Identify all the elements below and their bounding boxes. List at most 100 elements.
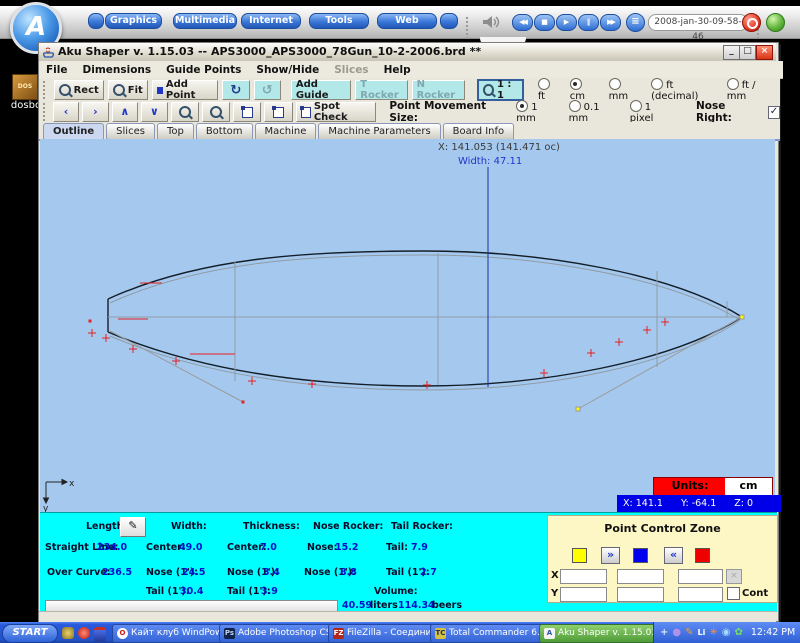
fit-zoom-button[interactable]: Fit [108, 80, 148, 100]
spot-check-button[interactable]: Spot Check [296, 102, 377, 122]
launcher-menu-web[interactable]: Web [377, 13, 437, 29]
window-titlebar[interactable]: Aku Shaper v. 1.15.03 -- APS3000_APS3000… [39, 43, 776, 62]
menu-dimensions[interactable]: Dimensions [83, 64, 152, 76]
media-back-button[interactable]: ◀◀ [512, 14, 533, 31]
board-outline-path[interactable] [108, 251, 742, 386]
tray-icon-3[interactable]: ✎ [685, 622, 693, 643]
nudge-right-button[interactable]: › [82, 102, 108, 122]
tangent-guide-line[interactable] [110, 331, 243, 402]
task-button-windpower[interactable]: O Кайт клуб WindPower Cl... [112, 624, 226, 643]
unit-radio-ft-mm[interactable]: ft / mm [727, 78, 780, 102]
blue-point-swatch[interactable] [633, 548, 648, 563]
width-header: Width: [171, 521, 207, 532]
launcher-menu-multimedia[interactable]: Multimedia [173, 13, 237, 29]
one-to-one-zoom-button[interactable]: 1 : 1 [477, 79, 524, 101]
minimize-button[interactable]: _ [723, 45, 740, 60]
nose-rocker-value: 15.2 [335, 542, 358, 553]
task-button-filezilla[interactable]: FZ FileZilla - Соединились с... [328, 624, 437, 643]
point-movement-size-label: Point Movement Size: [389, 100, 507, 124]
check-frame-button-1[interactable] [233, 102, 261, 122]
task-button-total-commander[interactable]: TC Total Commander 6.54a ... [430, 624, 546, 643]
unit-radio-ft-decimal[interactable]: ft (decimal) [651, 78, 723, 102]
pcz-x-field-3[interactable] [678, 569, 723, 584]
red-point-swatch[interactable] [695, 548, 710, 563]
close-button[interactable]: × [756, 45, 773, 60]
rect-zoom-button[interactable]: Rect [54, 80, 104, 100]
unit-radio-mm[interactable]: mm [609, 78, 648, 102]
tray-icon-6[interactable]: ◉ [722, 622, 731, 643]
selected-endpoint[interactable] [740, 315, 744, 319]
zoom-out-button[interactable] [202, 102, 230, 122]
pcz-y-field-2[interactable] [617, 587, 664, 602]
task-button-photoshop[interactable]: Ps Adobe Photoshop CS3 E... [219, 624, 335, 643]
tray-icon-2[interactable]: ● [672, 622, 681, 643]
point-control-zone: Point Control Zone » « X × Y Cont [547, 515, 778, 603]
media-menu-button[interactable]: ≡ [626, 13, 645, 32]
pcz-x-field-1[interactable] [560, 569, 607, 584]
menu-slices: Slices [334, 64, 368, 76]
pcz-y-field-1[interactable] [560, 587, 607, 602]
tray-icon-1[interactable]: + [660, 622, 668, 643]
edit-dimensions-button[interactable]: ✎ [120, 517, 146, 537]
launcher-cap-right[interactable] [440, 13, 458, 29]
size-radio-1mm[interactable]: 1 mm [516, 100, 565, 124]
selected-endpoint[interactable] [576, 407, 580, 411]
tray-icon-7[interactable]: ✿ [734, 622, 742, 643]
tab-board-info[interactable]: Board Info [443, 123, 515, 139]
yellow-point-swatch[interactable] [572, 548, 587, 563]
task-button-aku-shaper[interactable]: A Aku Shaper v. 1.15.03 -- [539, 624, 659, 643]
media-forward-button[interactable]: ▶▶ [600, 14, 621, 31]
add-point-button[interactable]: Add Point [152, 80, 218, 100]
menu-help[interactable]: Help [384, 64, 411, 76]
launcher-menu-tools[interactable]: Tools [309, 13, 369, 29]
rotate-left-button[interactable]: ↻ [222, 80, 249, 100]
menu-guide-points[interactable]: Guide Points [166, 64, 241, 76]
volume-icon[interactable] [482, 15, 500, 29]
outline-design-canvas[interactable]: x y X: 141.053 (141.471 oc) Width: 47.11… [40, 139, 775, 512]
unit-radio-ft[interactable]: ft [538, 78, 566, 102]
handle-endpoint[interactable] [242, 401, 245, 404]
check-frame-button-2[interactable] [264, 102, 292, 122]
quicklaunch-icon-3[interactable] [94, 627, 106, 642]
pcz-y-field-3[interactable] [678, 587, 723, 602]
maximize-button[interactable]: □ [739, 45, 756, 60]
power-button[interactable] [742, 13, 761, 32]
tray-icon-4[interactable]: Li [698, 622, 706, 643]
quicklaunch-icon-2[interactable] [78, 627, 90, 639]
menu-file[interactable]: File [46, 64, 68, 76]
tab-machine-parameters[interactable]: Machine Parameters [318, 123, 440, 139]
size-radio-1pixel[interactable]: 1 pixel [630, 100, 683, 124]
green-launcher-button[interactable] [766, 13, 785, 32]
tab-bottom[interactable]: Bottom [196, 123, 253, 139]
media-play-button[interactable]: ▶ [556, 14, 577, 31]
launcher-menu-graphics[interactable]: Graphics [105, 13, 162, 29]
pcz-x-field-2[interactable] [617, 569, 664, 584]
add-guide-button[interactable]: Add Guide [291, 80, 351, 100]
next-point-button[interactable]: » [601, 547, 620, 564]
launcher-menu-internet[interactable]: Internet [241, 13, 301, 29]
tab-outline[interactable]: Outline [43, 123, 104, 139]
zoom-in-button[interactable] [171, 102, 199, 122]
tray-icon-5[interactable]: ✳ [709, 622, 717, 643]
tab-slices[interactable]: Slices [106, 123, 155, 139]
unit-radio-cm[interactable]: cm [570, 78, 605, 102]
cont-checkbox[interactable] [727, 587, 740, 600]
nose-right-checkbox[interactable]: ✓ [768, 106, 780, 119]
menu-show-hide[interactable]: Show/Hide [256, 64, 319, 76]
media-stop-button[interactable]: ■ [534, 14, 555, 31]
handle-endpoint[interactable] [89, 320, 92, 323]
size-radio-01mm[interactable]: 0.1 mm [569, 100, 627, 124]
media-pause-button[interactable]: ‖ [578, 14, 599, 31]
previous-point-button[interactable]: « [664, 547, 683, 564]
start-button[interactable]: START [2, 624, 58, 643]
tab-top[interactable]: Top [157, 123, 194, 139]
launcher-cap-left[interactable] [88, 13, 104, 29]
tangent-guide-line[interactable] [578, 317, 742, 409]
nudge-up-button[interactable]: ∧ [112, 102, 138, 122]
tab-machine[interactable]: Machine [255, 123, 317, 139]
tail-rocker-header: Tail Rocker: [391, 521, 453, 532]
nudge-left-button[interactable]: ‹ [53, 102, 79, 122]
dosbox-desktop-icon[interactable]: DOS [12, 74, 38, 100]
nudge-down-button[interactable]: ∨ [141, 102, 167, 122]
quicklaunch-icon-1[interactable] [62, 627, 74, 639]
